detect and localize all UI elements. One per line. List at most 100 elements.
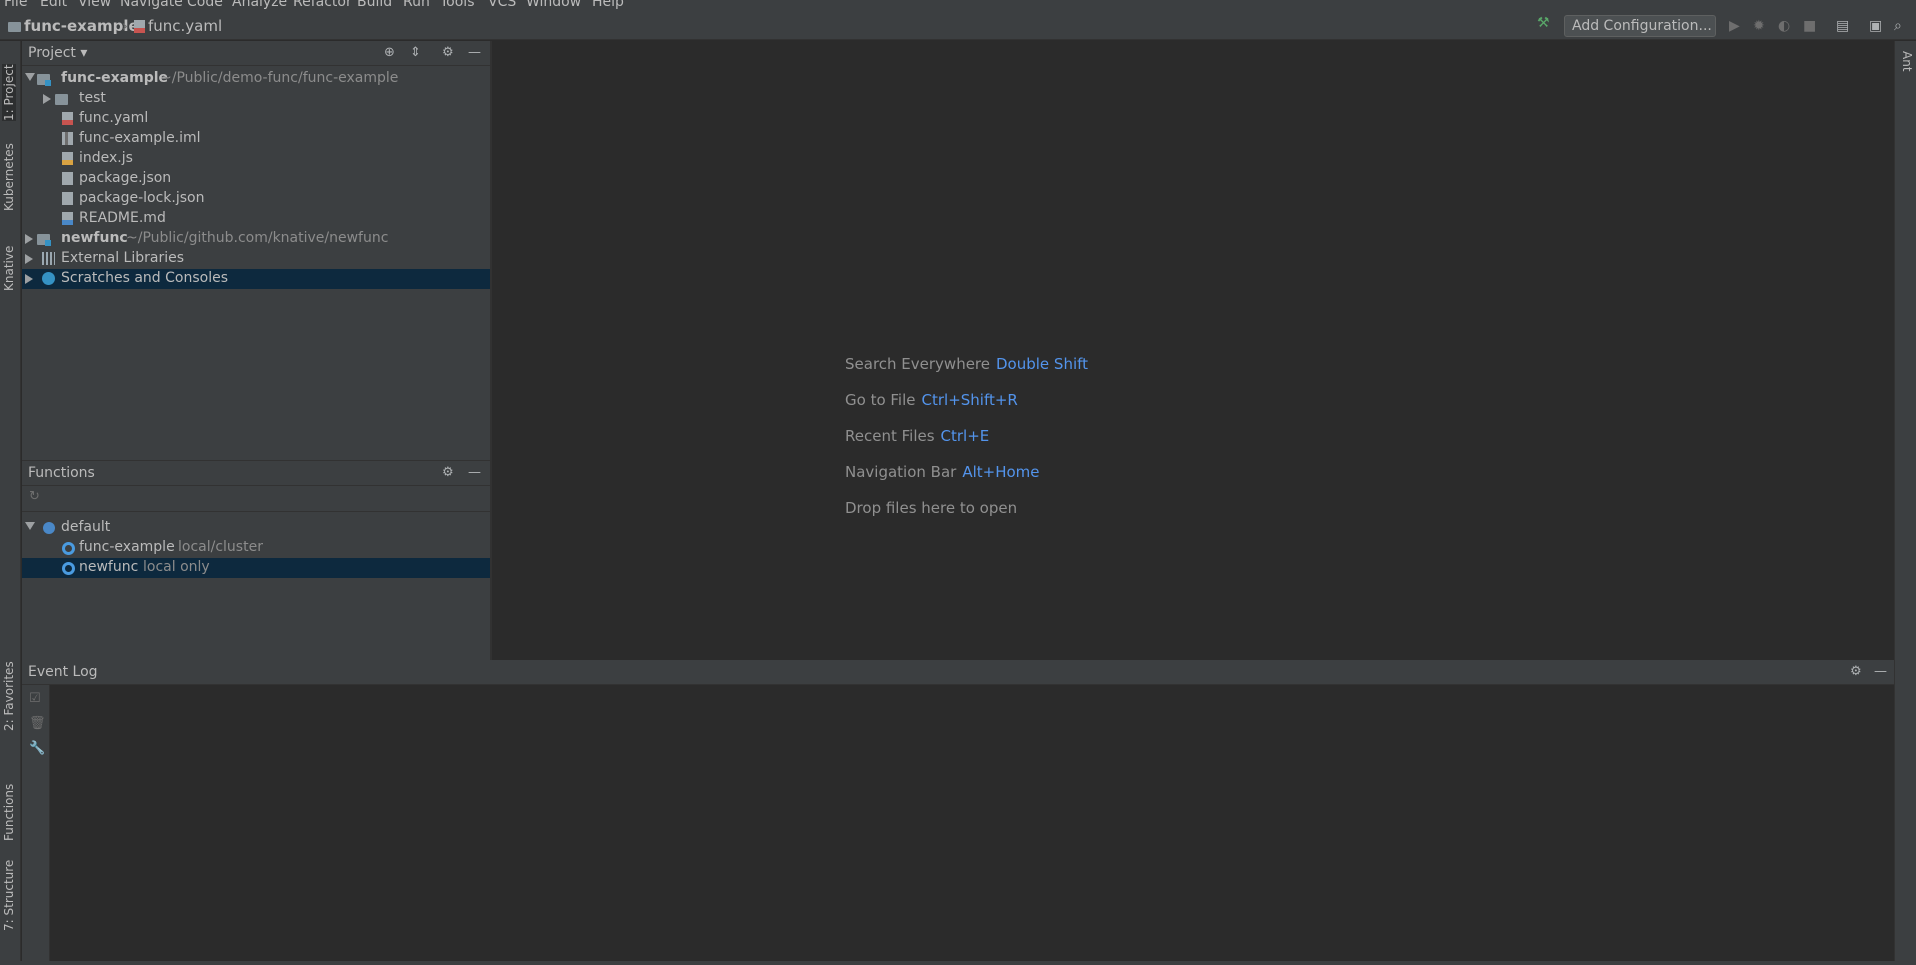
minimize-icon[interactable]: — bbox=[468, 45, 481, 60]
tree-item-func-yaml[interactable]: func.yaml bbox=[22, 109, 490, 129]
menu-run[interactable]: Run bbox=[403, 0, 430, 10]
coverage-icon[interactable]: ◐ bbox=[1778, 18, 1790, 34]
expand-arrow-icon[interactable] bbox=[25, 522, 35, 530]
scratches-icon bbox=[42, 272, 55, 285]
expand-arrow-icon[interactable] bbox=[25, 73, 35, 81]
tree-item-function-func-example[interactable]: func-example local/cluster bbox=[22, 538, 490, 558]
sdk-icon[interactable]: ▣ bbox=[1869, 18, 1882, 34]
mark-read-icon[interactable]: ☑ bbox=[29, 691, 41, 706]
tree-item-index-js[interactable]: index.js bbox=[22, 149, 490, 169]
tip-go-to-file: Go to File Ctrl+Shift+R bbox=[845, 391, 1018, 409]
collapse-arrow-icon[interactable] bbox=[25, 254, 33, 264]
markdown-file-icon bbox=[62, 212, 73, 225]
refresh-icon[interactable]: ↻ bbox=[29, 489, 40, 504]
project-view-selector[interactable]: Project ▾ bbox=[28, 45, 87, 61]
menu-navigate[interactable]: Navigate bbox=[120, 0, 183, 10]
run-icon[interactable]: ▶ bbox=[1729, 18, 1740, 34]
function-gear-icon bbox=[62, 562, 75, 575]
gear-icon[interactable]: ⚙ bbox=[442, 45, 454, 60]
tab-knative[interactable]: Knative bbox=[2, 246, 16, 291]
collapse-arrow-icon[interactable] bbox=[43, 94, 51, 104]
tab-kubernetes[interactable]: Kubernetes bbox=[2, 143, 16, 211]
right-tool-strip: Ant bbox=[1894, 41, 1916, 965]
folder-icon bbox=[55, 94, 68, 105]
menu-code[interactable]: Code bbox=[187, 0, 223, 10]
collapse-arrow-icon[interactable] bbox=[25, 274, 33, 284]
knative-icon bbox=[43, 522, 55, 534]
menu-edit[interactable]: Edit bbox=[40, 0, 67, 10]
tree-item-func-example-iml[interactable]: func-example.iml bbox=[22, 129, 490, 149]
module-folder-icon bbox=[37, 74, 51, 86]
event-log-header: Event Log ⚙ — bbox=[22, 660, 1894, 685]
breadcrumb-project[interactable]: func-example bbox=[8, 17, 139, 35]
json-file-icon bbox=[62, 192, 73, 205]
event-log-title: Event Log bbox=[28, 664, 98, 680]
tip-search-everywhere: Search Everywhere Double Shift bbox=[845, 355, 1089, 373]
tab-structure[interactable]: 7: Structure bbox=[2, 860, 16, 931]
minimize-icon[interactable]: — bbox=[468, 465, 481, 480]
build-hammer-icon[interactable]: ⚒ bbox=[1537, 15, 1550, 31]
tip-drop-files: Drop files here to open bbox=[845, 499, 1018, 517]
menu-window[interactable]: Window bbox=[526, 0, 581, 10]
tab-ant[interactable]: Ant bbox=[1900, 51, 1914, 72]
trash-icon[interactable]: 🗑 bbox=[29, 716, 46, 731]
search-icon[interactable]: ⌕ bbox=[1894, 18, 1902, 34]
menu-build[interactable]: Build bbox=[357, 0, 392, 10]
collapse-arrow-icon[interactable] bbox=[25, 234, 33, 244]
tree-item-external-libraries[interactable]: External Libraries bbox=[22, 249, 490, 269]
breadcrumb-file[interactable]: func.yaml bbox=[134, 17, 222, 35]
event-log-panel: Event Log ⚙ — ☑ 🗑 🔧 bbox=[22, 660, 1894, 965]
tree-item-func-example[interactable]: func-example ~/Public/demo-func/func-exa… bbox=[22, 69, 490, 89]
collapse-all-icon[interactable]: ⇕ bbox=[410, 45, 421, 60]
tree-item-newfunc[interactable]: newfunc ~/Public/github.com/knative/newf… bbox=[22, 229, 490, 249]
tree-item-default-namespace[interactable]: default bbox=[22, 518, 490, 538]
add-configuration-button[interactable]: Add Configuration... bbox=[1564, 15, 1716, 37]
tip-recent-files: Recent Files Ctrl+E bbox=[845, 427, 990, 445]
wrench-icon[interactable]: 🔧 bbox=[29, 741, 45, 756]
gear-icon[interactable]: ⚙ bbox=[442, 465, 454, 480]
status-bar bbox=[0, 961, 1916, 965]
functions-toolbar: ↻ bbox=[22, 486, 490, 512]
tree-item-readme-md[interactable]: README.md bbox=[22, 209, 490, 229]
functions-panel: Functions ⚙ — ↻ default func-example loc… bbox=[22, 460, 490, 660]
breadcrumb-separator: › bbox=[122, 17, 128, 35]
gear-icon[interactable]: ⚙ bbox=[1850, 664, 1862, 679]
js-file-icon bbox=[62, 152, 73, 165]
folder-icon bbox=[8, 22, 21, 32]
function-gear-icon bbox=[62, 542, 75, 555]
menu-vcs[interactable]: VCS bbox=[488, 0, 516, 10]
menu-file[interactable]: File bbox=[4, 0, 27, 10]
tab-project[interactable]: 1: Project bbox=[2, 64, 16, 121]
project-panel-header: Project ▾ ⊕ ⇕ ⚙ — bbox=[22, 41, 490, 66]
debug-icon[interactable]: ✹ bbox=[1753, 18, 1765, 34]
libraries-icon bbox=[42, 252, 55, 265]
tree-item-test[interactable]: test bbox=[22, 89, 490, 109]
project-panel: Project ▾ ⊕ ⇕ ⚙ — func-example ~/Public/… bbox=[22, 41, 490, 460]
tip-navigation-bar: Navigation Bar Alt+Home bbox=[845, 463, 1040, 481]
menu-analyze[interactable]: Analyze bbox=[232, 0, 287, 10]
yaml-file-icon bbox=[62, 112, 73, 125]
minimize-icon[interactable]: — bbox=[1874, 664, 1887, 679]
menu-tools[interactable]: Tools bbox=[440, 0, 475, 10]
module-folder-icon bbox=[37, 234, 51, 246]
functions-panel-title: Functions bbox=[28, 465, 95, 481]
event-log-toolbar: ☑ 🗑 🔧 bbox=[22, 685, 50, 965]
tree-item-package-lock-json[interactable]: package-lock.json bbox=[22, 189, 490, 209]
stop-icon[interactable]: ■ bbox=[1803, 18, 1816, 34]
tab-functions[interactable]: Functions bbox=[2, 784, 16, 841]
left-tool-strip: 1: Project Kubernetes Knative 2: Favorit… bbox=[0, 41, 21, 965]
functions-panel-header: Functions ⚙ — bbox=[22, 461, 490, 486]
editor-area[interactable]: Search Everywhere Double Shift Go to File… bbox=[492, 41, 1894, 660]
yaml-file-icon bbox=[134, 20, 145, 33]
json-file-icon bbox=[62, 172, 73, 185]
tab-favorites[interactable]: 2: Favorites bbox=[2, 661, 16, 731]
tree-item-function-newfunc[interactable]: newfunc local only bbox=[22, 558, 490, 578]
menu-help[interactable]: Help bbox=[592, 0, 624, 10]
tree-item-package-json[interactable]: package.json bbox=[22, 169, 490, 189]
locate-icon[interactable]: ⊕ bbox=[384, 45, 395, 60]
tree-item-scratches[interactable]: Scratches and Consoles bbox=[22, 269, 490, 289]
menu-view[interactable]: View bbox=[78, 0, 111, 10]
project-structure-icon[interactable]: ▤ bbox=[1836, 18, 1849, 34]
menu-refactor[interactable]: Refactor bbox=[293, 0, 352, 10]
iml-file-icon bbox=[62, 132, 73, 145]
